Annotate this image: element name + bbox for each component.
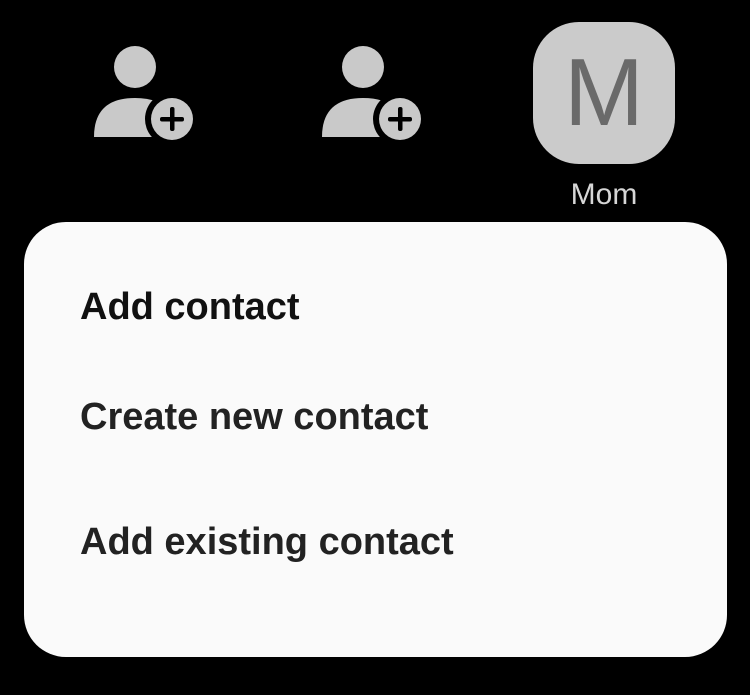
add-contact-slot-2[interactable] [298, 22, 448, 212]
contact-name: Mom [570, 178, 638, 211]
add-existing-contact-option[interactable]: Add existing contact [24, 497, 727, 587]
sheet-title: Add contact [80, 286, 300, 328]
add-person-icon [90, 22, 200, 152]
add-person-icon [318, 22, 428, 152]
add-contact-slot-1[interactable] [70, 22, 220, 212]
contact-mom[interactable]: M Mom [529, 22, 679, 212]
avatar-initial: M [564, 39, 644, 146]
avatar: M [533, 22, 675, 164]
create-new-contact-option[interactable]: Create new contact [24, 372, 727, 462]
add-contact-sheet: Add contact Create new contact Add exist… [24, 222, 727, 657]
